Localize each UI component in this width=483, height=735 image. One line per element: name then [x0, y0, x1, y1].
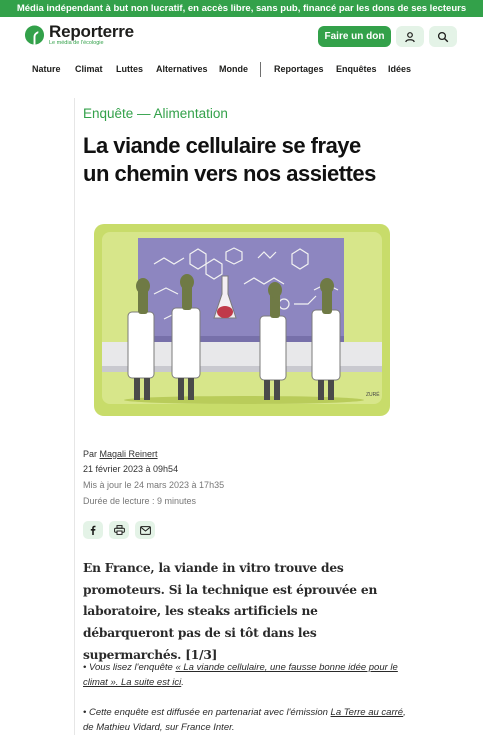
tree-logo-icon: [24, 25, 45, 45]
search-button[interactable]: [429, 26, 457, 47]
byline-prefix: Par: [83, 449, 98, 459]
top-banner-text: Média indépendant à but non lucratif, en…: [16, 3, 467, 14]
search-icon: [437, 31, 449, 42]
series-note-suffix: .: [181, 677, 184, 688]
series-note-prefix: • Vous lisez l'enquête: [83, 662, 176, 673]
nav-item-enquetes[interactable]: Enquêtes: [336, 64, 377, 74]
partnership-note-prefix: • Cette enquête est diffusée en partenar…: [83, 707, 331, 718]
nav-item-climat[interactable]: Climat: [75, 64, 103, 74]
partnership-note: • Cette enquête est diffusée en partenar…: [83, 705, 413, 735]
partner-show-link[interactable]: La Terre au carré: [331, 707, 404, 718]
nav-divider: [260, 62, 261, 77]
facebook-icon: [90, 525, 96, 535]
print-icon: [113, 525, 125, 535]
share-mail-button[interactable]: [135, 521, 155, 539]
account-button[interactable]: [396, 26, 424, 47]
author-link[interactable]: Magali Reinert: [100, 449, 158, 459]
article-illustration: ZURÉ: [94, 224, 390, 416]
publish-date: 21 février 2023 à 09h54: [83, 464, 179, 474]
article-title-line-2: un chemin vers nos assiettes: [83, 161, 376, 186]
site-header: Reporterre Le média de l'écologie Faire …: [0, 17, 483, 57]
print-button[interactable]: [109, 521, 129, 539]
brand-name: Reporterre: [49, 22, 134, 41]
nav-item-reportages[interactable]: Reportages: [274, 64, 324, 74]
top-banner: Média indépendant à but non lucratif, en…: [0, 0, 483, 17]
main-nav: Nature Climat Luttes Alternatives Monde …: [0, 57, 483, 82]
share-facebook-button[interactable]: [83, 521, 103, 539]
nav-item-idees[interactable]: Idées: [388, 64, 411, 74]
user-icon: [405, 31, 415, 42]
nav-item-alternatives[interactable]: Alternatives: [156, 64, 208, 74]
article-lead: En France, la viande in vitro trouve des…: [83, 561, 378, 662]
column-divider: [74, 98, 75, 735]
series-note: • Vous lisez l'enquête « La viande cellu…: [83, 660, 413, 690]
brand-tagline: Le média de l'écologie: [49, 40, 104, 46]
nav-item-monde[interactable]: Monde: [219, 64, 248, 74]
site-logo[interactable]: Reporterre Le média de l'écologie: [24, 22, 134, 47]
nav-item-nature[interactable]: Nature: [32, 64, 61, 74]
reading-time: Durée de lecture : 9 minutes: [83, 496, 197, 506]
article-title-line-1: La viande cellulaire se fraye: [83, 133, 361, 158]
article-category[interactable]: Enquête — Alimentation: [83, 106, 228, 121]
update-date: Mis à jour le 24 mars 2023 à 17h35: [83, 480, 225, 490]
illustration-signature: ZURÉ: [366, 391, 380, 398]
article-title: La viande cellulaire se fraye un chemin …: [83, 132, 413, 188]
nav-item-luttes[interactable]: Luttes: [116, 64, 143, 74]
byline: Par Magali Reinert: [83, 449, 158, 459]
mail-icon: [139, 525, 151, 535]
donate-button[interactable]: Faire un don: [318, 26, 391, 47]
